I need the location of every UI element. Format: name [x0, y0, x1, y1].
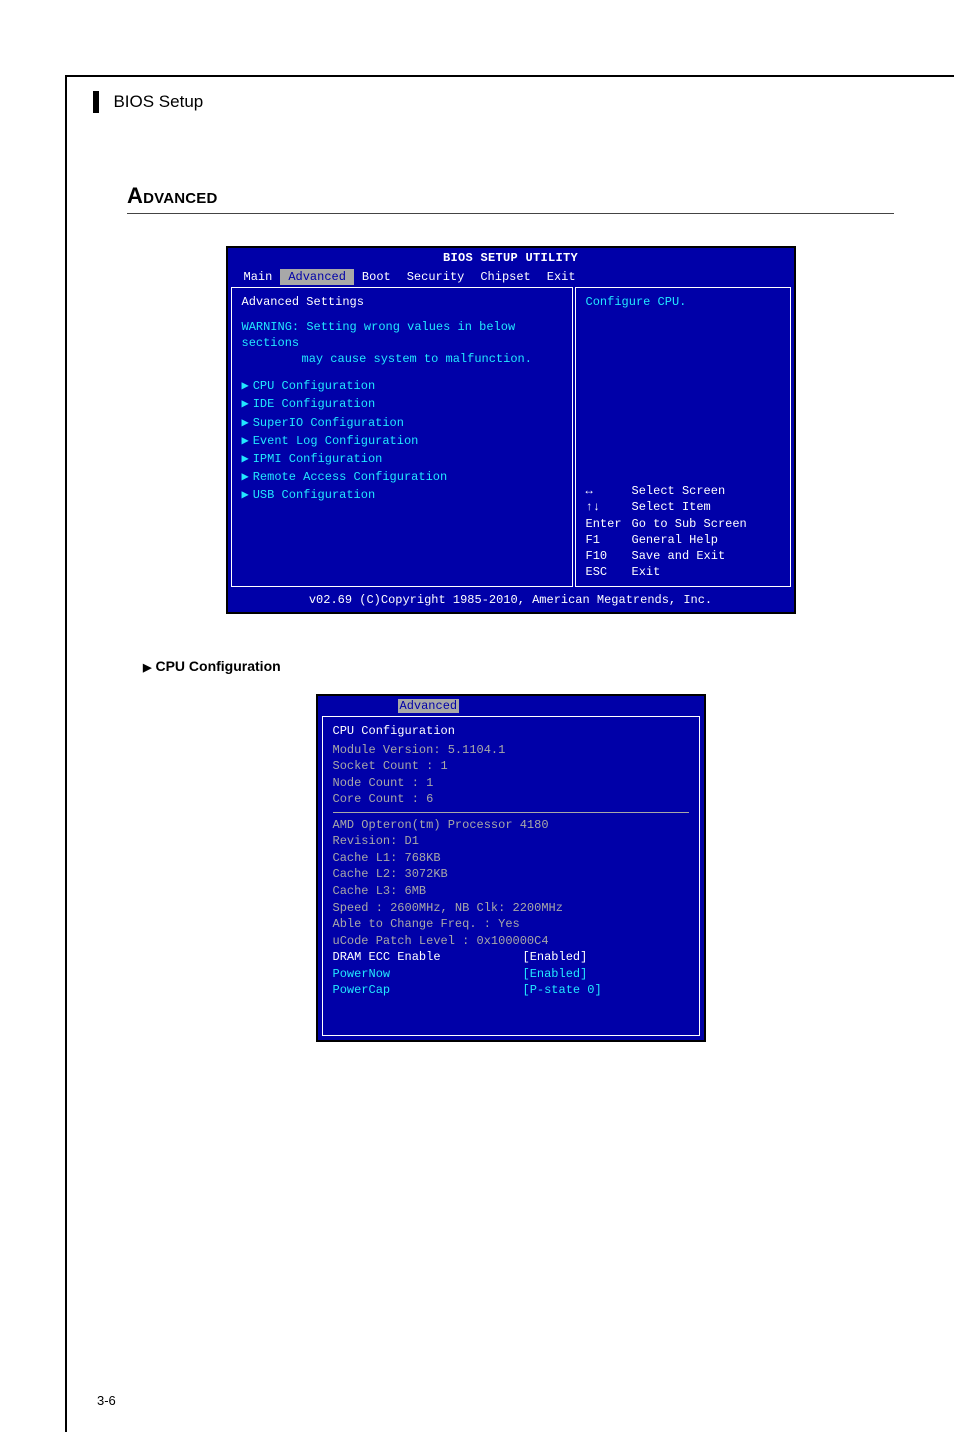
bios-menu-label: Remote Access Configuration: [253, 470, 447, 484]
cpu-pane: CPU Configuration Module Version: 5.1104…: [322, 716, 700, 1036]
bios-menu-label: IDE Configuration: [253, 397, 375, 411]
bios-tab-boot[interactable]: Boot: [354, 269, 399, 285]
cpu-tab-row: Advanced: [318, 696, 704, 717]
bios-key: Enter: [586, 516, 632, 532]
triangle-right-icon: ▶: [242, 470, 249, 484]
cpu-info-line: Socket Count : 1: [333, 758, 689, 775]
section-title: Advanced: [127, 183, 894, 214]
cpu-detail-line: Cache L3: 6MB: [333, 883, 689, 900]
bios-footer: v02.69 (C)Copyright 1985-2010, American …: [228, 590, 794, 611]
cpu-detail-line: uCode Patch Level : 0x100000C4: [333, 933, 689, 950]
cpu-detail-line: Cache L1: 768KB: [333, 850, 689, 867]
bios-menu-usb-configuration[interactable]: ▶ USB Configuration: [242, 486, 562, 504]
bios-key: F1: [586, 532, 632, 548]
bios-menu-label: SuperIO Configuration: [253, 416, 404, 430]
bios-key-desc: Exit: [632, 564, 661, 580]
bios-key-desc: Go to Sub Screen: [632, 516, 747, 532]
cpu-option-value: [P-state 0]: [523, 982, 602, 999]
cpu-option-powernow[interactable]: PowerNow [Enabled]: [333, 966, 689, 983]
bios-hint-text: Configure CPU.: [586, 294, 780, 310]
triangle-right-icon: ▶: [242, 452, 249, 466]
bios-key-desc: Select Item: [632, 499, 711, 515]
bios-key-desc: Select Screen: [632, 483, 726, 499]
cpu-info-line: Core Count : 6: [333, 791, 689, 808]
bios-left-pane: Advanced Settings WARNING: Setting wrong…: [231, 287, 573, 587]
bios-key: ↔: [586, 483, 632, 499]
cpu-detail-line: Speed : 2600MHz, NB Clk: 2200MHz: [333, 900, 689, 917]
page-number: 3-6: [97, 1393, 116, 1408]
cpu-option-powercap[interactable]: PowerCap [P-state 0]: [333, 982, 689, 999]
cpu-option-value: [Enabled]: [523, 966, 588, 983]
triangle-right-icon: ▶: [242, 416, 249, 430]
triangle-right-icon: ▶: [242, 488, 249, 502]
page-header-title: BIOS Setup: [113, 92, 203, 112]
bios-menu-event-log-configuration[interactable]: ▶ Event Log Configuration: [242, 432, 562, 450]
cpu-configuration-subheading: ▶ CPU Configuration: [143, 658, 894, 674]
bios-tab-chipset[interactable]: Chipset: [472, 269, 538, 285]
bios-key: F10: [586, 548, 632, 564]
bios-advanced-screenshot: BIOS SETUP UTILITY Main Advanced Boot Se…: [226, 246, 796, 614]
bios-key: ↑↓: [586, 499, 632, 515]
header-marker: [93, 91, 99, 113]
bios-cpu-config-screenshot: Advanced CPU Configuration Module Versio…: [316, 694, 706, 1042]
bios-tab-row: Main Advanced Boot Security Chipset Exit: [228, 268, 794, 287]
cpu-option-value: [Enabled]: [523, 949, 588, 966]
bios-menu-label: CPU Configuration: [253, 379, 375, 393]
bios-menu-ipmi-configuration[interactable]: ▶ IPMI Configuration: [242, 450, 562, 468]
cpu-info-line: Module Version: 5.1104.1: [333, 742, 689, 759]
cpu-detail-line: Revision: D1: [333, 833, 689, 850]
cpu-option-label: DRAM ECC Enable: [333, 949, 523, 966]
triangle-right-icon: ▶: [242, 397, 249, 411]
bios-tab-security[interactable]: Security: [399, 269, 473, 285]
cpu-configuration-label: CPU Configuration: [155, 658, 280, 674]
cpu-option-label: PowerNow: [333, 966, 523, 983]
bios-tab-advanced[interactable]: Advanced: [280, 269, 354, 285]
cpu-option-label: PowerCap: [333, 982, 523, 999]
cpu-option-dram-ecc-enable[interactable]: DRAM ECC Enable [Enabled]: [333, 949, 689, 966]
bios-menu-label: Event Log Configuration: [253, 434, 419, 448]
bios-menu-label: USB Configuration: [253, 488, 375, 502]
triangle-right-icon: ▶: [143, 662, 151, 674]
bios-right-pane: Configure CPU. ↔Select Screen ↑↓Select I…: [575, 287, 791, 587]
cpu-detail-line: Cache L2: 3072KB: [333, 866, 689, 883]
bios-titlebar: BIOS SETUP UTILITY: [228, 248, 794, 268]
bios-warning-line2: may cause system to malfunction.: [302, 351, 532, 367]
bios-key-desc: Save and Exit: [632, 548, 726, 564]
bios-menu-label: IPMI Configuration: [253, 452, 383, 466]
bios-panel-heading: Advanced Settings: [242, 294, 562, 310]
triangle-right-icon: ▶: [242, 434, 249, 448]
bios-warning: WARNING: Setting wrong values in below s…: [242, 319, 562, 368]
bios-warning-label: WARNING:: [242, 320, 300, 334]
triangle-right-icon: ▶: [242, 379, 249, 393]
bios-key: ESC: [586, 564, 632, 580]
cpu-config-title: CPU Configuration: [333, 723, 689, 740]
bios-menu-cpu-configuration[interactable]: ▶ CPU Configuration: [242, 377, 562, 395]
bios-menu-superio-configuration[interactable]: ▶ SuperIO Configuration: [242, 414, 562, 432]
bios-key-desc: General Help: [632, 532, 718, 548]
cpu-tab-advanced[interactable]: Advanced: [398, 699, 460, 713]
cpu-detail-line: Able to Change Freq. : Yes: [333, 916, 689, 933]
bios-menu-ide-configuration[interactable]: ▶ IDE Configuration: [242, 395, 562, 413]
bios-tab-main[interactable]: Main: [236, 269, 281, 285]
bios-menu-remote-access-configuration[interactable]: ▶ Remote Access Configuration: [242, 468, 562, 486]
separator: [333, 812, 689, 813]
cpu-info-line: Node Count : 1: [333, 775, 689, 792]
bios-tab-exit[interactable]: Exit: [539, 269, 584, 285]
bios-key-legend: ↔Select Screen ↑↓Select Item EnterGo to …: [586, 483, 780, 580]
cpu-detail-line: AMD Opteron(tm) Processor 4180: [333, 817, 689, 834]
